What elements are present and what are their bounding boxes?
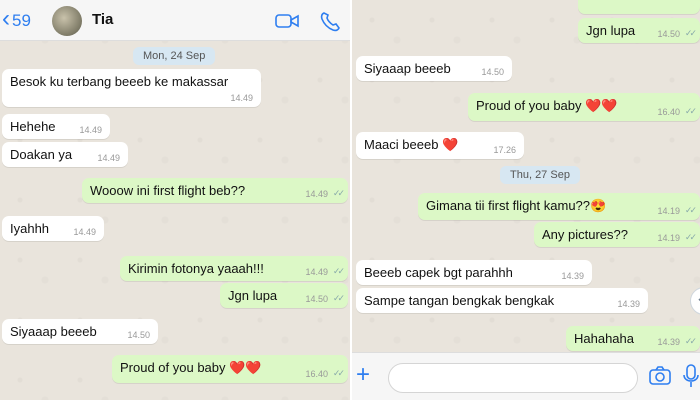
scroll-to-bottom-button[interactable] bbox=[690, 287, 700, 315]
screenshot-collage: ‹ 59 Tia Mon, 24 Sep Besok ku terbang bee… bbox=[0, 0, 700, 400]
date-badge: Mon, 24 Sep bbox=[133, 47, 216, 65]
message-outgoing[interactable]: Proud of you baby ❤️❤️ 16.40 ✓✓ bbox=[112, 355, 348, 383]
double-check-icon: ✓✓ bbox=[332, 293, 345, 303]
heart-eyes-emoji: 😍 bbox=[590, 198, 607, 213]
message-incoming[interactable]: Iyahhh 14.49 bbox=[2, 216, 104, 241]
avatar[interactable] bbox=[52, 6, 82, 36]
message-incoming[interactable]: Siyaaap beeeb 14.50 bbox=[2, 319, 158, 344]
double-check-icon: ✓✓ bbox=[684, 28, 697, 38]
message-input[interactable] bbox=[388, 363, 638, 393]
chevron-left-icon: ‹ bbox=[2, 5, 10, 32]
heart-emoji: ❤️ bbox=[442, 137, 459, 152]
message-outgoing[interactable]: Proud of you baby ❤️❤️ 16.40 ✓✓ bbox=[468, 93, 700, 121]
message-outgoing-partial[interactable] bbox=[578, 0, 700, 14]
message-outgoing[interactable]: Jgn lupa 14.50 ✓✓ bbox=[578, 18, 700, 43]
double-check-icon: ✓✓ bbox=[684, 232, 697, 242]
message-input-bar: + bbox=[352, 352, 700, 400]
double-check-icon: ✓✓ bbox=[684, 106, 697, 116]
message-outgoing[interactable]: Jgn lupa 14.50 ✓✓ bbox=[220, 283, 348, 308]
voice-call-icon[interactable] bbox=[318, 10, 344, 32]
message-incoming[interactable]: Beeeb capek bgt parahhh 14.39 bbox=[356, 260, 592, 285]
contact-name[interactable]: Tia bbox=[92, 11, 113, 28]
chat-panel-right: Jgn lupa 14.50 ✓✓ Siyaaap beeeb 14.50 Pr… bbox=[350, 0, 700, 400]
double-check-icon: ✓✓ bbox=[684, 205, 697, 215]
microphone-icon[interactable] bbox=[682, 363, 700, 389]
video-call-icon[interactable] bbox=[274, 10, 300, 32]
chevron-down-icon bbox=[698, 298, 700, 302]
message-incoming[interactable]: Siyaaap beeeb 14.50 bbox=[356, 56, 512, 81]
double-check-icon: ✓✓ bbox=[332, 188, 345, 198]
message-outgoing[interactable]: Any pictures?? 14.19 ✓✓ bbox=[534, 222, 700, 247]
message-incoming[interactable]: Doakan ya 14.49 bbox=[2, 142, 128, 167]
double-check-icon: ✓✓ bbox=[332, 266, 345, 276]
message-outgoing[interactable]: Wooow ini first flight beb?? 14.49 ✓✓ bbox=[82, 178, 348, 203]
message-incoming[interactable]: Sampe tangan bengkak bengkak 14.39 bbox=[356, 288, 648, 313]
message-incoming[interactable]: Maaci beeeb ❤️ 17.26 bbox=[356, 132, 524, 159]
message-outgoing[interactable]: Hahahaha 14.39 ✓✓ bbox=[566, 326, 700, 351]
heart-emoji: ❤️❤️ bbox=[585, 98, 618, 113]
add-icon[interactable]: + bbox=[356, 363, 370, 387]
double-check-icon: ✓✓ bbox=[684, 336, 697, 346]
chat-header: ‹ 59 Tia bbox=[0, 0, 350, 41]
camera-icon[interactable] bbox=[648, 365, 672, 387]
message-incoming[interactable]: Besok ku terbang beeeb ke makassar 14.49 bbox=[2, 69, 261, 107]
unread-count: 59 bbox=[12, 11, 31, 30]
chat-panel-left: ‹ 59 Tia Mon, 24 Sep Besok ku terbang bee… bbox=[0, 0, 350, 400]
message-outgoing[interactable]: Kirimin fotonya yaaah!!! 14.49 ✓✓ bbox=[120, 256, 348, 281]
back-button[interactable]: ‹ 59 bbox=[2, 5, 31, 32]
message-outgoing[interactable]: Gimana tii first flight kamu??😍 14.19 ✓✓ bbox=[418, 193, 700, 220]
date-badge: Thu, 27 Sep bbox=[500, 166, 580, 184]
heart-emoji: ❤️❤️ bbox=[229, 360, 262, 375]
double-check-icon: ✓✓ bbox=[332, 368, 345, 378]
message-incoming[interactable]: Hehehe 14.49 bbox=[2, 114, 110, 139]
